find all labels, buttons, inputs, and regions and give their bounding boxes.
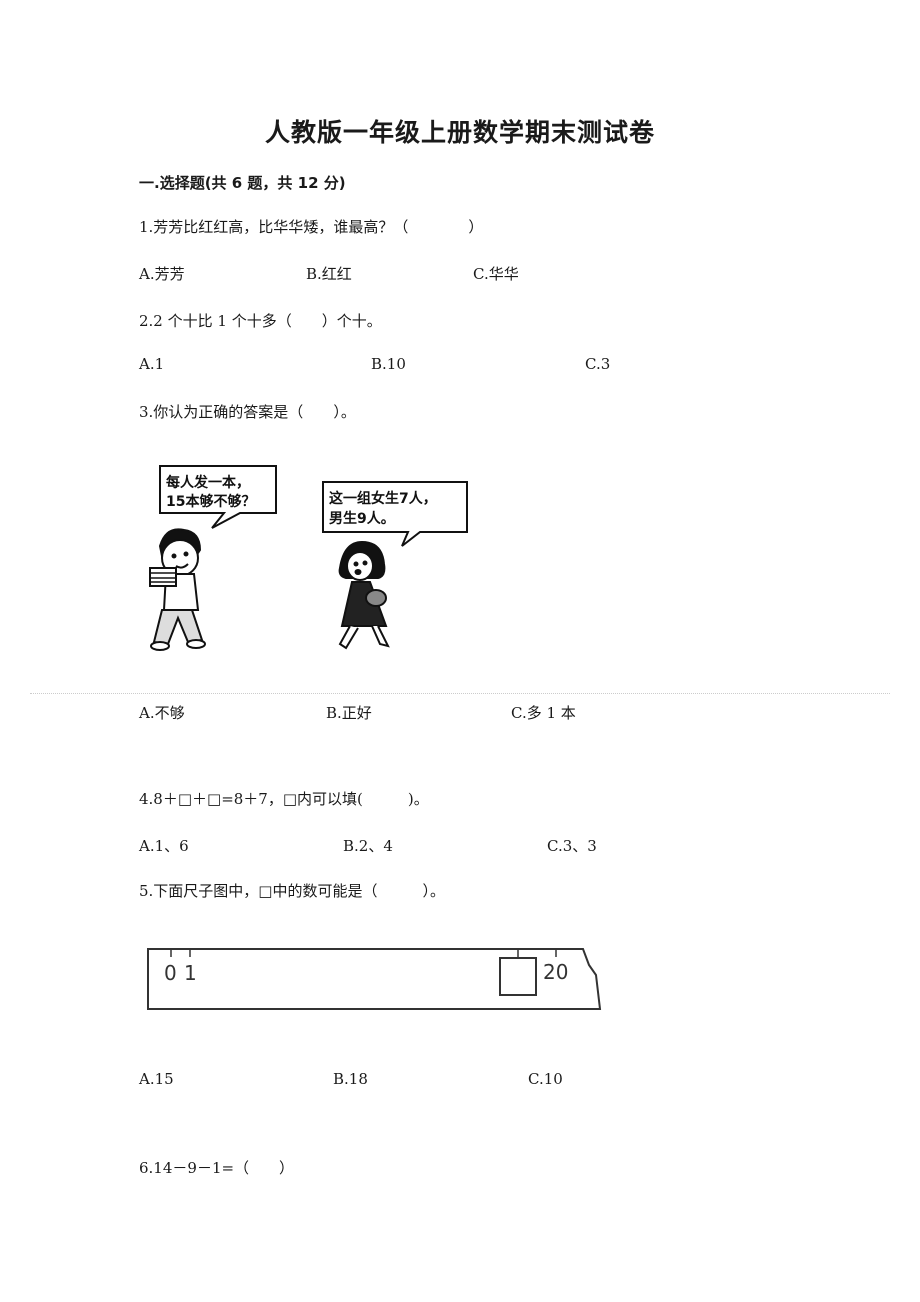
question-4-option-a[interactable]: A.1、6 <box>139 835 189 856</box>
ruler-label-1: 1 <box>184 961 197 985</box>
question-5-option-b[interactable]: B.18 <box>333 1070 368 1088</box>
question-4-option-c[interactable]: C.3、3 <box>547 835 597 856</box>
boy-bubble-line-1: 每人发一本， <box>166 474 250 491</box>
question-3-option-b[interactable]: B.正好 <box>326 702 372 723</box>
boy-speech-bubble: 每人发一本， 15本够不够？ <box>159 465 277 529</box>
question-2-stem: 2.2 个十比 1 个十多（ ）个十。 <box>139 312 382 330</box>
boy-figure <box>149 528 206 651</box>
boy-bubble-line-2: 15本够不够？ <box>166 493 255 510</box>
page-divider <box>30 693 890 694</box>
question-2-option-a[interactable]: A.1 <box>139 355 164 373</box>
girl-figure <box>338 540 390 650</box>
question-1-stem: 1.芳芳比红红高，比华华矮，谁最高？（ ） <box>139 218 484 236</box>
ruler-diagram: 0 1 20 <box>147 948 602 1010</box>
question-5-option-c[interactable]: C.10 <box>528 1070 563 1088</box>
page-title: 人教版一年级上册数学期末测试卷 <box>264 118 655 147</box>
question-4-stem: 4.8＋□＋□=8＋7，□内可以填( )。 <box>139 790 429 808</box>
question-3-stem: 3.你认为正确的答案是（ ）。 <box>139 403 356 421</box>
girl-bubble-line-2: 男生9人。 <box>329 510 395 527</box>
question-3-illustration: 每人发一本， 15本够不够？ 这一组女生7人， 男生9人。 <box>149 465 468 651</box>
question-1-option-a[interactable]: A.芳芳 <box>139 263 185 284</box>
question-4-option-b[interactable]: B.2、4 <box>343 835 393 856</box>
question-1-option-b[interactable]: B.红红 <box>306 263 352 284</box>
question-1-option-c[interactable]: C.华华 <box>473 263 519 284</box>
question-3-option-a[interactable]: A.不够 <box>139 702 185 723</box>
question-6-stem: 6.14－9－1=（ ） <box>139 1159 295 1177</box>
ruler-label-0: 0 <box>164 961 177 985</box>
section-heading: 一.选择题(共 6 题，共 12 分) <box>139 174 346 192</box>
question-2-option-c[interactable]: C.3 <box>585 355 610 373</box>
girl-bubble-line-1: 这一组女生7人， <box>329 490 437 507</box>
ruler-blank-box <box>499 957 537 996</box>
question-3-option-c[interactable]: C.多 1 本 <box>511 702 576 723</box>
girl-speech-bubble: 这一组女生7人， 男生9人。 <box>322 481 468 547</box>
question-5-stem: 5.下面尺子图中，□中的数可能是（ ）。 <box>139 882 445 900</box>
question-5-option-a[interactable]: A.15 <box>139 1070 174 1088</box>
question-2-option-b[interactable]: B.10 <box>371 355 406 373</box>
ruler-label-20: 20 <box>543 960 568 984</box>
